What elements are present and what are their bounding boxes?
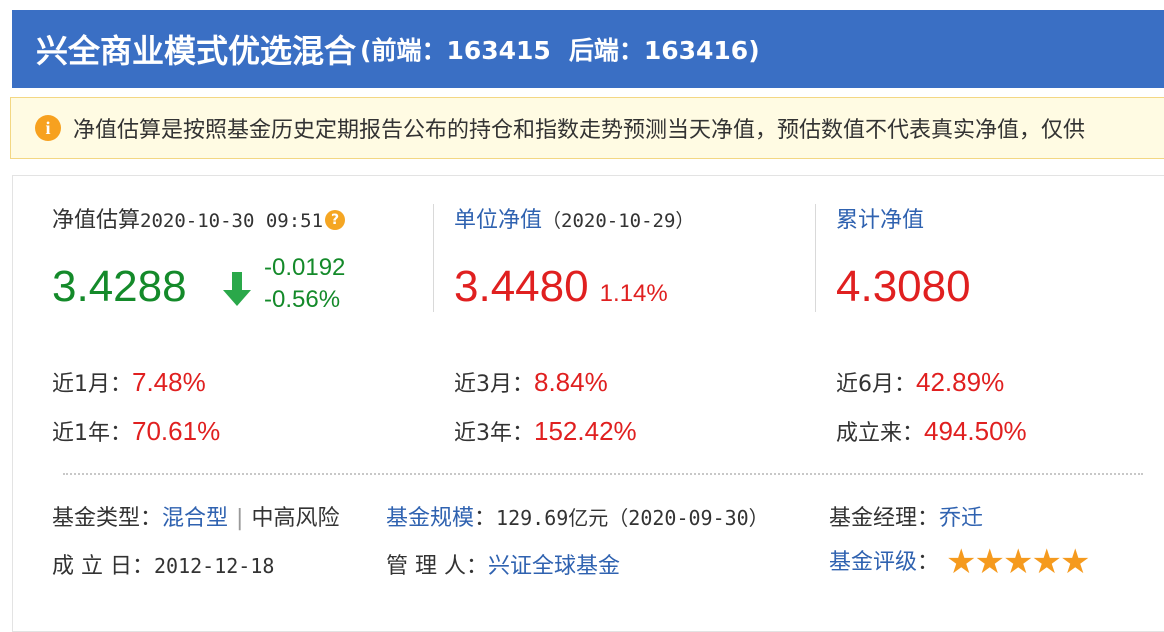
unit-nav-label: 单位净值（2020-10-29）: [454, 202, 694, 234]
perf-since-inception: 成立来：494.50%: [836, 415, 1027, 447]
perf-value: 7.48%: [132, 367, 206, 397]
info-icon: i: [35, 115, 61, 141]
fund-codes: (前端：163415 后端：163416): [360, 31, 766, 67]
perf-1y: 近1年：70.61%: [52, 415, 220, 447]
column-divider: [815, 204, 816, 312]
unit-nav-block: 单位净值（2020-10-29） 3.4480 1.14%: [454, 202, 694, 311]
fund-type-link[interactable]: 混合型: [162, 506, 228, 531]
fund-manager-row: 基金经理：乔迁: [829, 500, 983, 532]
accum-nav-label: 累计净值: [836, 202, 924, 234]
unit-nav-values: 3.4480 1.14%: [454, 262, 668, 312]
estimate-time: 2020-10-30 09:51: [140, 210, 324, 232]
star-icon: ★: [1031, 542, 1062, 582]
inception-date: 2012-12-18: [154, 554, 275, 578]
rating-stars: ★★★★★: [946, 545, 1090, 579]
perf-3y: 近3年：152.42%: [454, 415, 637, 447]
estimate-value: 3.4288: [52, 262, 187, 311]
fund-scale-value: 129.69亿元（2020-09-30）: [496, 506, 769, 530]
inception-row: 成 立 日：2012-12-18: [52, 548, 274, 580]
fund-summary-panel: 净值估算2020-10-30 09:51? 3.4288 -0.0192 -0.…: [12, 175, 1164, 632]
help-icon[interactable]: ?: [325, 210, 346, 230]
perf-label: 成立来：: [836, 421, 925, 446]
accum-nav-value: 4.3080: [836, 262, 971, 311]
separator: |: [236, 506, 244, 531]
estimate-change: -0.0192: [264, 254, 346, 281]
admin-label: 管 理 人：: [386, 554, 488, 579]
estimate-label: 净值估算2020-10-30 09:51?: [52, 202, 346, 234]
perf-1m: 近1月：7.48%: [52, 366, 206, 398]
accum-nav-block: 累计净值 4.3080: [836, 202, 971, 311]
perf-value: 70.61%: [132, 416, 221, 446]
unit-nav-date: （2020-10-29）: [542, 210, 695, 232]
front-code: 前端：163415: [371, 36, 551, 65]
star-icon: ★: [1003, 542, 1034, 582]
estimate-block: 净值估算2020-10-30 09:51? 3.4288 -0.0192 -0.…: [52, 202, 346, 313]
perf-label: 近3年：: [454, 421, 534, 446]
label-colon: ：: [917, 550, 940, 575]
perf-value: 494.50%: [924, 416, 1027, 446]
accum-nav-values: 4.3080: [836, 262, 971, 312]
accum-nav-title[interactable]: 累计净值: [836, 208, 924, 233]
unit-nav-change: 1.14%: [599, 280, 668, 307]
fund-name: 兴全商业模式优选混合: [36, 32, 357, 70]
fund-manager-link[interactable]: 乔迁: [939, 506, 983, 531]
inception-label: 成 立 日：: [52, 554, 154, 579]
paren-open: (: [360, 36, 372, 65]
fund-type-label: 基金类型：: [52, 506, 163, 531]
fund-title-bar: 兴全商业模式优选混合 (前端：163415 后端：163416): [12, 10, 1164, 88]
fund-manager-label: 基金经理：: [829, 506, 940, 531]
fund-scale-row: 基金规模：129.69亿元（2020-09-30）: [386, 500, 769, 532]
estimate-notice: i 净值估算是按照基金历史定期报告公布的持仓和指数走势预测当天净值，预估数值不代…: [10, 97, 1164, 159]
perf-label: 近1年：: [52, 421, 132, 446]
star-icon: ★: [974, 542, 1005, 582]
unit-nav-value: 3.4480: [454, 262, 589, 311]
rating-row: 基金评级： ★★★★★: [829, 544, 1090, 579]
star-icon: ★: [946, 542, 977, 582]
dotted-divider: [63, 473, 1143, 475]
back-code: 后端：163416: [568, 36, 749, 65]
perf-value: 8.84%: [534, 367, 608, 397]
fund-scale-link[interactable]: 基金规模: [386, 506, 474, 531]
admin-row: 管 理 人：兴证全球基金: [386, 548, 620, 580]
estimate-title: 净值估算: [52, 208, 141, 233]
star-icon: ★: [1059, 542, 1091, 582]
perf-3m: 近3月：8.84%: [454, 366, 608, 398]
label-colon: ：: [474, 506, 497, 531]
notice-text: 净值估算是按照基金历史定期报告公布的持仓和指数走势预测当天净值，预估数值不代表真…: [73, 118, 1086, 143]
estimate-change-pct: -0.56%: [264, 286, 341, 313]
perf-value: 152.42%: [534, 416, 637, 446]
fund-type-row: 基金类型：混合型 | 中高风险: [52, 500, 339, 532]
column-divider: [433, 204, 434, 312]
paren-close: ): [748, 36, 760, 65]
admin-link[interactable]: 兴证全球基金: [488, 554, 620, 579]
perf-label: 近6月：: [836, 372, 916, 397]
perf-6m: 近6月：42.89%: [836, 366, 1004, 398]
unit-nav-title[interactable]: 单位净值: [454, 208, 542, 233]
perf-label: 近3月：: [454, 372, 534, 397]
rating-link[interactable]: 基金评级: [829, 550, 917, 575]
perf-value: 42.89%: [916, 367, 1005, 397]
perf-label: 近1月：: [52, 372, 132, 397]
risk-level: 中高风险: [251, 506, 340, 531]
arrow-down-icon: [223, 272, 251, 306]
